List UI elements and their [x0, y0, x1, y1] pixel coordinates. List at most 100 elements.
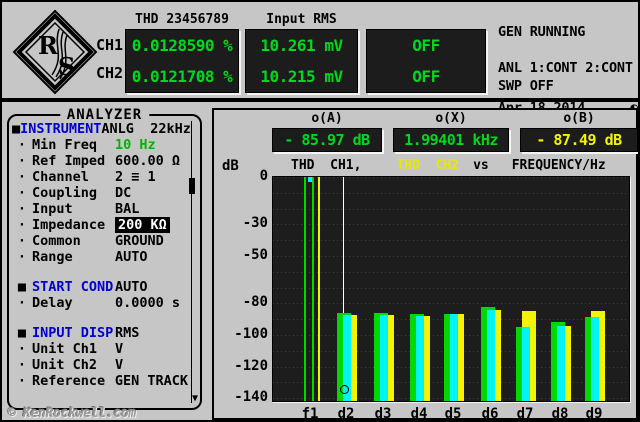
item-label: Ref Imped	[32, 153, 106, 169]
analyzer-item-ref-imped[interactable]: · Ref Imped 600.00 Ω	[12, 153, 188, 169]
input-rms-title: Input RMS	[266, 12, 337, 27]
readout-value: - 85.97 dB	[284, 131, 370, 149]
chart-title-part: THD CH2	[396, 158, 460, 173]
bar-overlap-d6	[487, 309, 495, 401]
fundamental-line-ch1	[312, 177, 314, 401]
readout-label-ob: o(B)	[563, 111, 595, 126]
gridline	[273, 224, 629, 226]
logo-letter-s: S	[58, 52, 75, 81]
watermark: © KenRockwell.com	[8, 406, 136, 421]
x-axis-tick-label-d3: d3	[374, 406, 392, 422]
ch2-label: CH2	[96, 64, 124, 82]
item-label: Unit Ch2	[32, 357, 98, 373]
analyzer-item-impedance[interactable]: · Impedance 200 KΩ	[12, 217, 188, 233]
analyzer-item-coupling[interactable]: · Coupling DC	[12, 185, 188, 201]
y-axis-tick-label: -100	[234, 326, 268, 342]
item-bullet-icon: ·	[17, 169, 27, 185]
gen-status: GEN RUNNING	[498, 24, 586, 40]
y-axis-tick-label: 0	[259, 168, 268, 184]
item-value: 2 ≡ 1	[115, 169, 156, 185]
readout-value: 1.99401 kHz	[404, 131, 498, 149]
aux-display: OFF OFF	[366, 29, 486, 93]
readout-label-oa: o(A)	[311, 111, 343, 126]
item-value: DC	[115, 185, 132, 201]
analyzer-item-instrument[interactable]: ■ INSTRUMENT ANLG 22kHz	[12, 121, 191, 137]
item-value: AUTO	[115, 249, 148, 265]
x-axis-tick-label-d9: d9	[585, 406, 603, 422]
readout-value: - 87.49 dB	[536, 131, 622, 149]
item-label: Channel	[32, 169, 89, 185]
rms-ch1-value: 10.261 mV	[260, 36, 343, 55]
analyzer-item-start-cond[interactable]: ■ START COND AUTO	[12, 279, 188, 295]
thd-readout-display: 0.0128590 % 0.0121708 %	[125, 29, 239, 93]
item-value: GEN TRACK	[114, 373, 188, 389]
analyzer-item-input[interactable]: · Input BAL	[12, 201, 188, 217]
cursor-marker-icon[interactable]	[340, 384, 349, 394]
logo-letter-r: R	[38, 31, 59, 60]
fundamental-overlap-cap	[308, 177, 312, 182]
scrollbar-track[interactable]	[191, 121, 192, 403]
item-bullet-icon: ·	[17, 201, 27, 217]
analyzer-item-unit-ch1[interactable]: · Unit Ch1 V	[12, 341, 188, 357]
analyzer-item-input-disp[interactable]: ■ INPUT DISP RMS	[12, 325, 188, 341]
analyzer-item-reference[interactable]: · Reference GEN TRACK	[12, 373, 188, 389]
item-label: INPUT DISP	[32, 325, 114, 341]
analyzer-item-unit-ch2[interactable]: · Unit Ch2 V	[12, 357, 188, 373]
item-label: Input	[32, 201, 73, 217]
item-value: GROUND	[115, 233, 164, 249]
item-bullet-icon: ·	[17, 341, 27, 357]
x-axis-tick-label-d4: d4	[410, 406, 428, 422]
ch1-label: CH1	[96, 36, 124, 54]
bar-overlap-d7	[522, 327, 530, 401]
scrollbar-thumb[interactable]	[189, 178, 195, 194]
keyboard-off-icon	[591, 8, 638, 56]
chart-title-part: FREQUENCY/Hz	[511, 158, 606, 173]
item-value: BAL	[115, 201, 140, 217]
analyzer-item-channel[interactable]: · Channel 2 ≡ 1	[12, 169, 188, 185]
chart-title-part: THD CH1,	[291, 158, 362, 173]
item-value: ANLG 22kHz	[101, 121, 191, 137]
input-rms-display: 10.261 mV 10.215 mV	[245, 29, 358, 93]
aux-ch1-value: OFF	[412, 36, 440, 55]
gridline	[273, 256, 629, 257]
thd-bar-chart-plot[interactable]	[272, 176, 630, 402]
item-bullet-icon: ·	[17, 185, 27, 201]
spacer-row	[12, 265, 188, 279]
item-label: INSTRUMENT	[20, 121, 102, 137]
analyzer-item-min-freq[interactable]: · Min Freq 10 Hz	[12, 137, 188, 153]
x-axis-tick-label-d6: d6	[481, 406, 499, 422]
x-axis-tick-label-d5: d5	[444, 406, 462, 422]
item-value: AUTO	[115, 279, 148, 295]
readout-label-ox: o(X)	[435, 111, 467, 126]
chart-title: THD CH1, THD CH2 vs FREQUENCY/Hz	[272, 158, 606, 173]
item-value: 0.0000 s	[115, 295, 181, 311]
item-value: 10 Hz	[115, 137, 156, 153]
scroll-down-arrow-icon[interactable]: ▼	[192, 394, 198, 404]
thd-display-title: THD 23456789	[135, 12, 229, 27]
spacer-row	[12, 311, 188, 325]
gridline	[273, 208, 629, 210]
y-axis-tick-label: -120	[234, 357, 268, 374]
readout-box-ox: 1.99401 kHz	[393, 128, 509, 152]
rms-ch2-value: 10.215 mV	[260, 67, 343, 86]
thd-ch1-value: 0.0128590 %	[131, 36, 233, 55]
item-bullet-icon: ·	[17, 357, 27, 373]
analyzer-item-range[interactable]: · Range AUTO	[12, 249, 188, 265]
bar-overlap-d4	[416, 316, 424, 401]
item-bullet-icon: ·	[17, 295, 27, 311]
anl-status: ANL 1:CONT 2:CONT	[498, 60, 633, 76]
gridline	[273, 271, 629, 273]
analyzer-item-delay[interactable]: · Delay 0.0000 s	[12, 295, 188, 311]
readout-box-ob: - 87.49 dB	[520, 128, 638, 152]
header-separator	[2, 98, 638, 102]
item-bullet-icon: ·	[17, 153, 27, 169]
item-bullet-icon: ·	[17, 249, 27, 265]
cursor-line[interactable]	[343, 177, 344, 313]
item-value: RMS	[115, 325, 140, 341]
bar-overlap-d3	[380, 315, 388, 401]
gridline	[273, 240, 629, 242]
instrument-screen: R S THD 23456789 CH1 CH2 0.0128590 % 0.0…	[0, 0, 640, 422]
gridline	[273, 192, 629, 194]
analyzer-item-common[interactable]: · Common GROUND	[12, 233, 188, 249]
item-label: Range	[32, 249, 73, 265]
